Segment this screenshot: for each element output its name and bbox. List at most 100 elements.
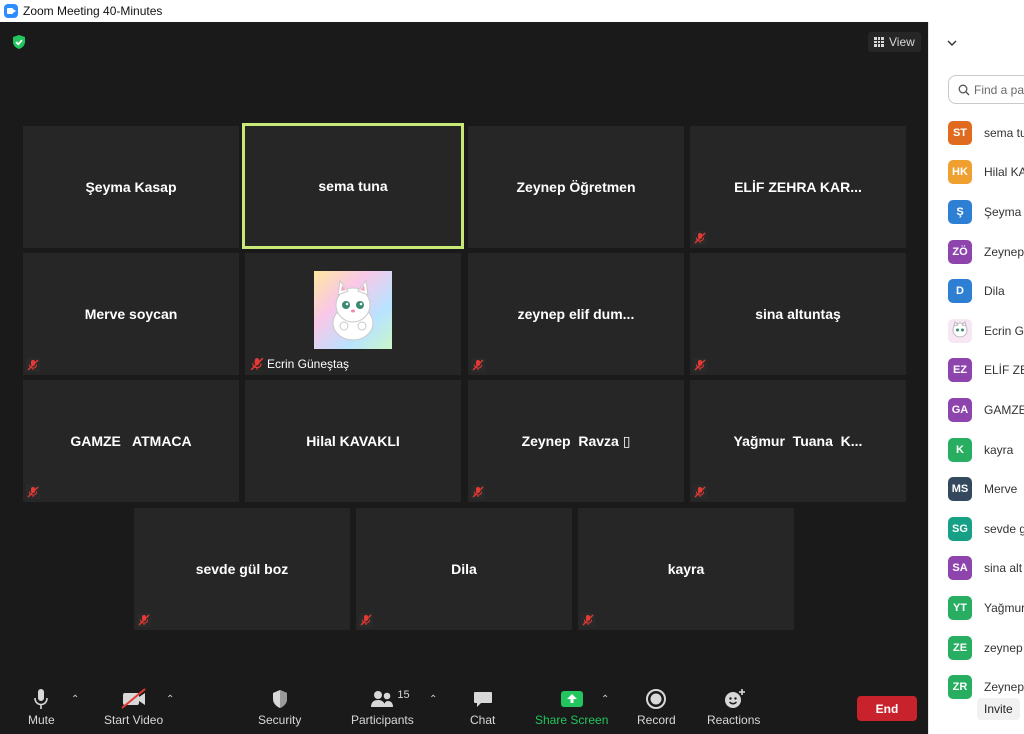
participant-name: Hilal KAVAKLI [306,433,400,449]
participant-list-name: Zeynep [984,680,1024,695]
participant-list-item[interactable]: D Dila [948,271,1024,311]
video-tile[interactable]: sina altuntaş [690,253,906,375]
participant-name: GAMZE ATMACA [70,433,192,449]
muted-mic-icon [26,358,40,372]
participant-list-item[interactable]: HK Hilal KA [948,153,1024,193]
start-video-button[interactable]: Start Video [104,676,163,734]
chat-label: Chat [470,713,496,727]
participant-search-input[interactable]: Find a pa [948,75,1024,104]
muted-mic-icon [471,358,485,372]
invite-button[interactable]: Invite [977,698,1020,720]
mute-button[interactable]: Mute [28,676,55,734]
participant-list-name: ELİF ZE [984,363,1024,378]
participant-list-item[interactable]: SG sevde g [948,509,1024,549]
cat-avatar-image [314,271,392,349]
participant-list-name: sema tu [984,125,1024,140]
title-bar: Zoom Meeting 40-Minutes [0,0,1024,22]
participant-avatar: Ş [948,199,972,224]
participant-avatar: ST [948,120,972,145]
participants-panel: Find a pa ST sema tu HK Hilal KA Ş Şeyma ZÖ Zey… [928,22,1024,734]
participant-avatar: SG [948,516,972,541]
muted-mic-icon [359,613,373,627]
muted-mic-icon [693,358,707,372]
participant-avatar: EZ [948,358,972,383]
participant-name: Zeynep Öğretmen [516,179,636,195]
encryption-shield-icon[interactable] [11,34,27,50]
muted-mic-icon [137,613,151,627]
participant-list-item[interactable]: ZE zeynep [948,628,1024,668]
view-button[interactable]: View [868,32,921,52]
participants-options-chevron-up-icon[interactable]: ⌃ [429,694,437,705]
video-tile-active-speaker[interactable]: sema tuna [242,123,464,249]
participants-label: Participants [351,713,414,727]
mute-label: Mute [28,713,55,727]
participant-name: zeynep elif dum... [517,306,635,322]
participants-icon: 15 [351,688,413,710]
participants-button[interactable]: 15 Participants [351,676,414,734]
video-tile[interactable]: ELİF ZEHRA KAR... [690,126,906,248]
search-icon [958,84,970,95]
video-tile[interactable]: Hilal KAVAKLI [245,380,461,502]
reactions-smiley-icon [722,688,746,710]
participant-name: Ecrin Güneştaş [267,357,350,371]
participant-list-name: sevde g [984,521,1024,536]
participant-name: Yağmur Tuana K... [733,433,863,449]
record-button[interactable]: Record [637,676,676,734]
video-tile[interactable]: Şeyma Kasap [23,126,239,248]
video-tile[interactable]: Ecrin Güneştaş [245,253,461,375]
participant-name: ELİF ZEHRA KAR... [734,179,862,195]
video-tile[interactable]: Dila [356,508,572,630]
muted-mic-icon [693,485,707,499]
participant-list-item[interactable]: MS Merve [948,469,1024,509]
record-label: Record [637,713,676,727]
search-placeholder: Find a pa [974,82,1024,97]
end-meeting-button[interactable]: End [857,696,917,721]
record-icon [645,688,667,710]
participant-list-item[interactable]: EZ ELİF ZE [948,351,1024,391]
participant-list-item[interactable]: ST sema tu [948,113,1024,153]
reactions-button[interactable]: Reactions [707,676,760,734]
meeting-toolbar: Mute ⌃ Start Video ⌃ Security 15 Partici… [0,676,928,734]
collapse-chevron-down-icon[interactable] [947,38,957,48]
participant-list-name: Zeynep [984,244,1024,259]
mute-options-chevron-up-icon[interactable]: ⌃ [71,694,79,705]
participant-avatar: SA [948,556,972,581]
participant-list-name: sina alt [984,561,1023,576]
video-options-chevron-up-icon[interactable]: ⌃ [166,694,174,705]
participant-list-item[interactable]: YT Yağmur [948,588,1024,628]
video-tile[interactable]: kayra [578,508,794,630]
participant-list-item[interactable]: Ecrin G [948,311,1024,351]
meeting-area: View Şeyma Kasap sema tuna Zeynep Öğretm… [0,22,928,734]
video-tile[interactable]: Merve soycan [23,253,239,375]
participant-list-name: Ecrin G [984,323,1024,338]
window-title: Zoom Meeting 40-Minutes [23,4,163,18]
participant-list-item[interactable]: ZÖ Zeynep [948,232,1024,272]
share-options-chevron-up-icon[interactable]: ⌃ [601,694,609,705]
participant-avatar: D [948,279,972,304]
share-screen-button[interactable]: Share Screen [535,676,608,734]
participant-list-item[interactable]: GA GAMZE [948,390,1024,430]
participants-count: 15 [397,689,410,701]
security-button[interactable]: Security [258,676,301,734]
participant-list-item[interactable]: Ş Şeyma [948,192,1024,232]
security-shield-icon [271,688,289,710]
video-tile[interactable]: sevde gül boz [134,508,350,630]
video-tile[interactable]: Yağmur Tuana K... [690,380,906,502]
participant-avatar: ZÖ [948,239,972,264]
video-tile[interactable]: Zeynep Ravza ▯ [468,380,684,502]
participant-list-name: kayra [984,442,1014,457]
participant-avatar: ZR [948,675,972,700]
muted-mic-icon [471,485,485,499]
participant-avatar: MS [948,477,972,502]
video-tile[interactable]: Zeynep Öğretmen [468,126,684,248]
participant-list-item[interactable]: Kkayra [948,430,1024,470]
participant-list-name: Hilal KA [984,165,1024,180]
grid-view-icon [874,37,884,47]
chat-button[interactable]: Chat [470,676,495,734]
participant-list-name: zeynep [984,640,1023,655]
participant-list-item[interactable]: SA sina alt [948,549,1024,589]
video-tile[interactable]: GAMZE ATMACA [23,380,239,502]
participant-list-name: Dila [984,284,1005,299]
participant-name: Zeynep Ravza ▯ [521,432,631,449]
video-tile[interactable]: zeynep elif dum... [468,253,684,375]
